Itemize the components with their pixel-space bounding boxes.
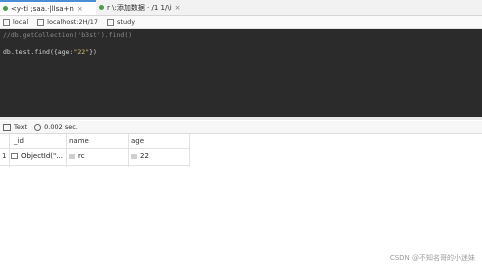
cell-age[interactable]: 22 [131, 152, 149, 160]
grid-divider [128, 134, 129, 167]
close-icon[interactable]: × [77, 5, 83, 13]
connection-database[interactable]: study [107, 18, 135, 26]
tab-query-1[interactable]: <y-ti ;saa.·|llsa+n × [0, 0, 96, 15]
editor-comment-line: //db.getCollection('b3st').find() [3, 31, 133, 39]
server-icon [3, 18, 10, 26]
grid-divider [0, 148, 190, 149]
results-toolbar: Text 0.002 sec. [0, 121, 482, 134]
grid-divider [66, 134, 67, 167]
column-header-name[interactable]: name [69, 137, 89, 145]
tab-label: r \:添加数据 · /1 1/\i [107, 3, 172, 12]
view-mode-selector[interactable]: Text [3, 123, 27, 131]
editor-query-line: db.test.find({age:"22"}) [3, 48, 97, 56]
connection-host[interactable]: local [3, 18, 28, 26]
query-editor[interactable]: //db.getCollection('b3st').find() db.tes… [0, 29, 482, 117]
grid-divider [189, 134, 190, 167]
grid-divider [0, 165, 190, 166]
clock-icon [34, 123, 42, 131]
tab-query-2[interactable]: r \:添加数据 · /1 1/\i × [96, 0, 186, 15]
object-icon [11, 153, 18, 159]
database-icon [107, 18, 115, 26]
host-icon [37, 18, 45, 26]
row-number: 1 [2, 152, 7, 160]
close-icon[interactable]: × [175, 4, 181, 12]
tab-bar: <y-ti ;saa.·|llsa+n × r \:添加数据 · /1 1/\i… [0, 0, 482, 16]
cell-id[interactable]: ObjectId("... [11, 152, 63, 160]
execution-time: 0.002 sec. [34, 123, 78, 131]
mongo-leaf-icon [99, 5, 104, 10]
connection-server[interactable]: localhost:2H/17 [37, 18, 98, 26]
cell-name[interactable]: rc [69, 152, 85, 160]
connection-bar: local localhost:2H/17 study [0, 16, 482, 29]
tab-label: <y-ti ;saa.·|llsa+n [11, 4, 74, 13]
column-header-id[interactable]: _id [14, 137, 24, 145]
grid-icon [3, 123, 11, 131]
results-grid: _id name age 1 ObjectId("... rc 22 [0, 134, 482, 269]
grid-divider [9, 134, 10, 167]
string-icon [69, 153, 75, 159]
column-header-age[interactable]: age [131, 137, 144, 145]
mongo-leaf-icon [3, 6, 8, 11]
watermark: CSDN @不知名哥的小迷妹 [389, 254, 475, 262]
editor-horizontal-scrollbar[interactable] [0, 117, 482, 120]
string-icon [131, 153, 137, 159]
